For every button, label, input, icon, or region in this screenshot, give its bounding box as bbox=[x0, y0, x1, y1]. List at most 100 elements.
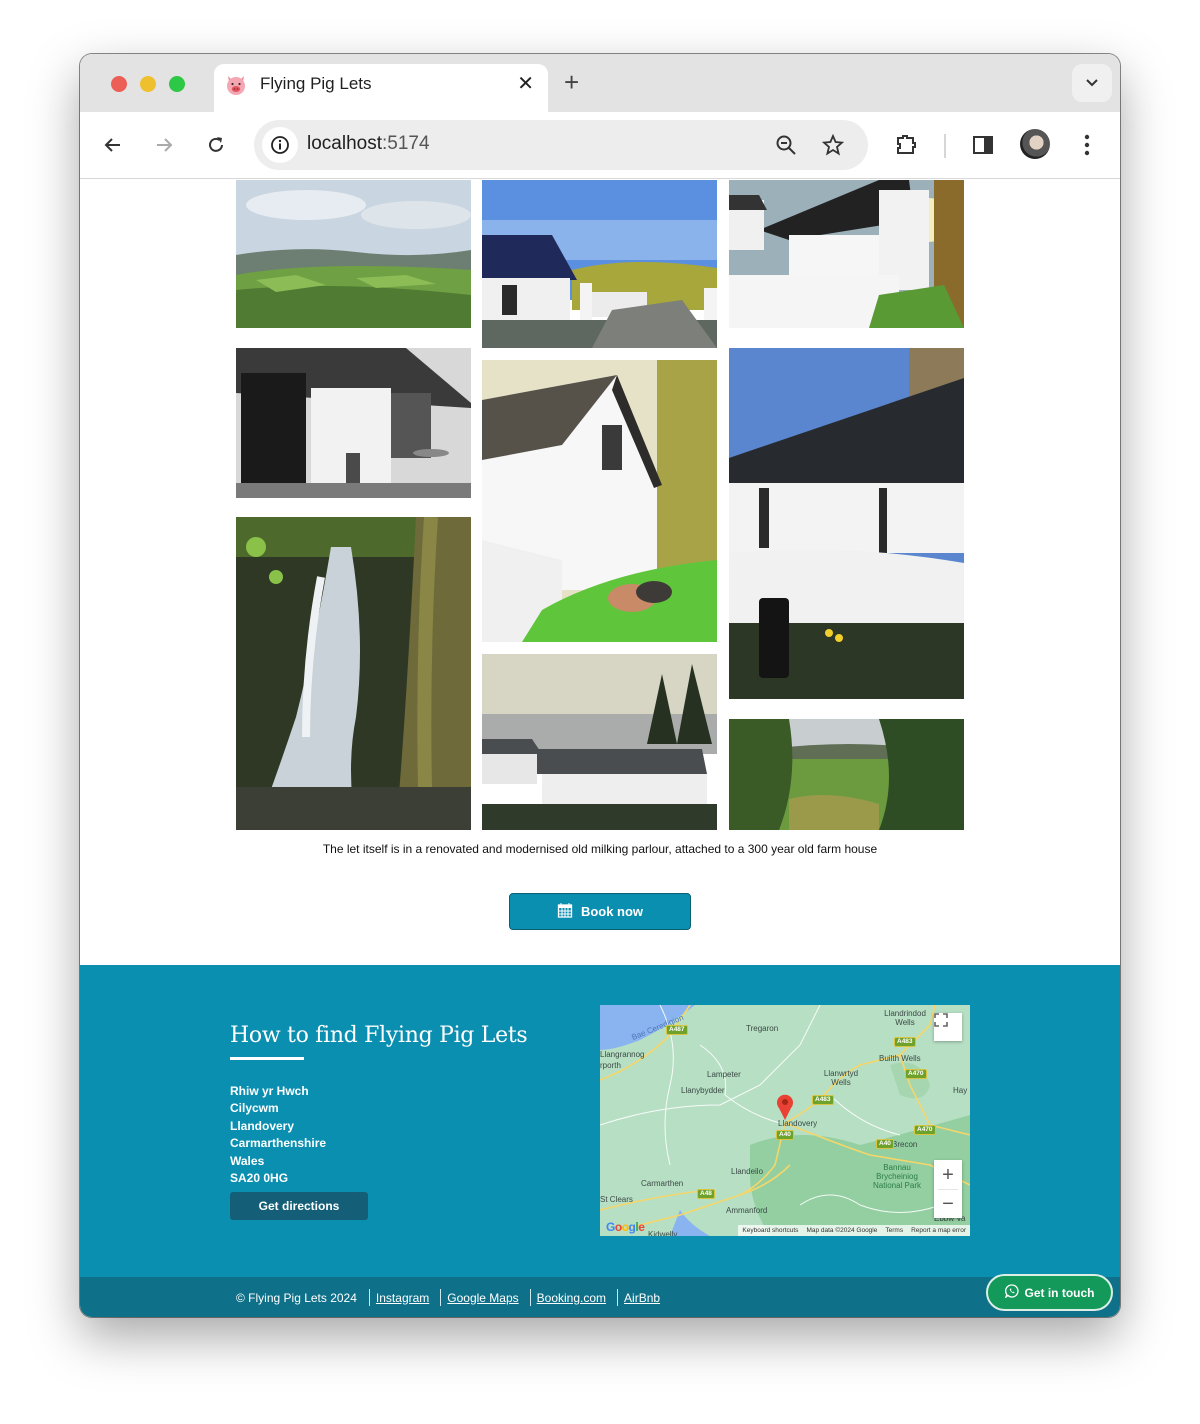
map-label: Ammanford bbox=[726, 1206, 768, 1215]
map-label: Bannau Brycheiniog National Park bbox=[872, 1163, 922, 1190]
gallery-photo[interactable] bbox=[236, 180, 471, 328]
gallery-photo[interactable] bbox=[729, 719, 964, 830]
browser-toolbar: localhost:5174 bbox=[80, 112, 1120, 179]
zoom-out-button[interactable]: − bbox=[942, 1190, 954, 1218]
section-title: How to find Flying Pig Lets bbox=[230, 1023, 528, 1048]
zoom-out-icon[interactable] bbox=[774, 133, 798, 157]
map-label: Llanwrtyd Wells bbox=[823, 1069, 859, 1087]
address-line: Cilycwm bbox=[230, 1101, 279, 1116]
report-map-error-link[interactable]: Report a map error bbox=[911, 1227, 966, 1234]
get-in-touch-label: Get in touch bbox=[1024, 1285, 1095, 1300]
zoom-controls: + − bbox=[934, 1160, 962, 1218]
road-shield: A483 bbox=[894, 1037, 916, 1047]
title-underline bbox=[230, 1057, 304, 1060]
google-maps-link[interactable]: Google Maps bbox=[447, 1291, 518, 1305]
new-tab-plus-icon[interactable]: + bbox=[564, 67, 579, 98]
url-host: localhost bbox=[307, 133, 382, 154]
maximize-window-button[interactable] bbox=[169, 76, 185, 92]
map-label: Carmarthen bbox=[641, 1179, 684, 1188]
bookmark-star-icon[interactable] bbox=[821, 133, 845, 157]
map-attribution: Keyboard shortcuts Map data ©2024 Google… bbox=[738, 1225, 970, 1236]
url-port: :5174 bbox=[382, 133, 430, 154]
map-label: Llandrindod Wells bbox=[884, 1009, 926, 1027]
book-now-button[interactable]: Book now bbox=[509, 893, 691, 930]
embedded-map[interactable]: Bae Ceredigion Tregaron Llandrindod Well… bbox=[600, 1005, 970, 1236]
pig-face-icon bbox=[224, 73, 248, 97]
more-menu-icon[interactable] bbox=[1074, 132, 1100, 158]
gallery-photo[interactable] bbox=[482, 654, 717, 830]
tab-strip: Flying Pig Lets ✕ + bbox=[80, 54, 1120, 112]
gallery-photo[interactable] bbox=[729, 348, 964, 699]
keyboard-shortcuts-link[interactable]: Keyboard shortcuts bbox=[742, 1227, 798, 1234]
close-window-button[interactable] bbox=[111, 76, 127, 92]
forward-arrow-icon[interactable] bbox=[151, 132, 177, 158]
address-block: Rhiw yr Hwch Cilycwm Llandovery Carmarth… bbox=[230, 1083, 326, 1187]
road-shield: A470 bbox=[905, 1069, 927, 1079]
map-label: Llandeilo bbox=[731, 1167, 764, 1176]
whatsapp-icon bbox=[1004, 1284, 1019, 1301]
gallery-caption: The let itself is in a renovated and mod… bbox=[322, 842, 878, 856]
reload-icon[interactable] bbox=[203, 132, 229, 158]
footer: © Flying Pig Lets 2024 Instagram Google … bbox=[80, 1277, 1120, 1317]
location-section: How to find Flying Pig Lets Rhiw yr Hwch… bbox=[80, 965, 1120, 1277]
toolbar-divider bbox=[944, 134, 946, 158]
divider bbox=[368, 1289, 370, 1306]
map-label: Hay bbox=[953, 1086, 968, 1095]
divider bbox=[617, 1289, 619, 1306]
url-text[interactable]: localhost:5174 bbox=[307, 133, 430, 155]
map-label: Brecon bbox=[892, 1140, 918, 1149]
get-in-touch-button[interactable]: Get in touch bbox=[986, 1274, 1113, 1311]
profile-avatar[interactable] bbox=[1020, 129, 1050, 159]
google-logo: Google bbox=[606, 1220, 645, 1234]
extensions-puzzle-icon[interactable] bbox=[893, 132, 919, 158]
active-tab[interactable]: Flying Pig Lets ✕ bbox=[214, 64, 548, 112]
footer-links: © Flying Pig Lets 2024 Instagram Google … bbox=[236, 1289, 671, 1306]
booking-link[interactable]: Booking.com bbox=[537, 1291, 606, 1305]
road-shield: A470 bbox=[914, 1125, 936, 1135]
map-label: rporth bbox=[600, 1061, 621, 1070]
fullscreen-icon[interactable] bbox=[934, 1013, 962, 1041]
map-label: Lampeter bbox=[707, 1070, 741, 1079]
gallery-photo[interactable] bbox=[236, 348, 471, 498]
address-line: Llandovery bbox=[230, 1118, 295, 1133]
gallery-photo[interactable] bbox=[482, 180, 717, 348]
road-shield: A483 bbox=[812, 1095, 834, 1105]
zoom-in-button[interactable]: + bbox=[942, 1161, 954, 1189]
map-label: Llanybydder bbox=[681, 1086, 725, 1095]
map-label: Kidwelly bbox=[648, 1230, 678, 1236]
page-content: The let itself is in a renovated and mod… bbox=[80, 180, 1120, 1317]
divider bbox=[529, 1289, 531, 1306]
copyright: © Flying Pig Lets 2024 bbox=[236, 1290, 357, 1305]
road-shield: A40 bbox=[776, 1130, 794, 1140]
side-panel-icon[interactable] bbox=[970, 132, 996, 158]
back-arrow-icon[interactable] bbox=[100, 132, 126, 158]
address-bar[interactable]: localhost:5174 bbox=[254, 120, 868, 170]
airbnb-link[interactable]: AirBnb bbox=[624, 1291, 660, 1305]
gallery-photo[interactable] bbox=[236, 517, 471, 830]
instagram-link[interactable]: Instagram bbox=[376, 1291, 429, 1305]
address-line: SA20 0HG bbox=[230, 1171, 289, 1186]
divider bbox=[440, 1289, 442, 1306]
gallery-photo[interactable] bbox=[482, 360, 717, 642]
photo-gallery bbox=[236, 180, 964, 830]
gallery-photo[interactable] bbox=[729, 180, 964, 328]
minimize-window-button[interactable] bbox=[140, 76, 156, 92]
site-info-icon[interactable] bbox=[262, 127, 298, 163]
road-shield: A48 bbox=[697, 1189, 715, 1199]
close-tab-icon[interactable]: ✕ bbox=[517, 71, 534, 96]
browser-window: Flying Pig Lets ✕ + localhost:5174 The l… bbox=[80, 54, 1120, 1317]
address-line: Wales bbox=[230, 1153, 265, 1168]
address-line: Carmarthenshire bbox=[230, 1136, 327, 1151]
map-label: Tregaron bbox=[746, 1024, 779, 1033]
terms-link[interactable]: Terms bbox=[885, 1227, 903, 1234]
map-data-text: Map data ©2024 Google bbox=[806, 1227, 878, 1234]
book-now-label: Book now bbox=[580, 904, 644, 919]
tab-search-chevron-icon[interactable] bbox=[1072, 64, 1112, 102]
tab-title: Flying Pig Lets bbox=[260, 74, 372, 93]
map-label: St Clears bbox=[600, 1195, 633, 1204]
address-line: Rhiw yr Hwch bbox=[230, 1084, 309, 1098]
road-shield: A487 bbox=[666, 1025, 688, 1035]
get-directions-button[interactable]: Get directions bbox=[230, 1192, 368, 1220]
map-label: Llangrannog bbox=[600, 1050, 645, 1059]
road-shield: A40 bbox=[876, 1139, 894, 1149]
